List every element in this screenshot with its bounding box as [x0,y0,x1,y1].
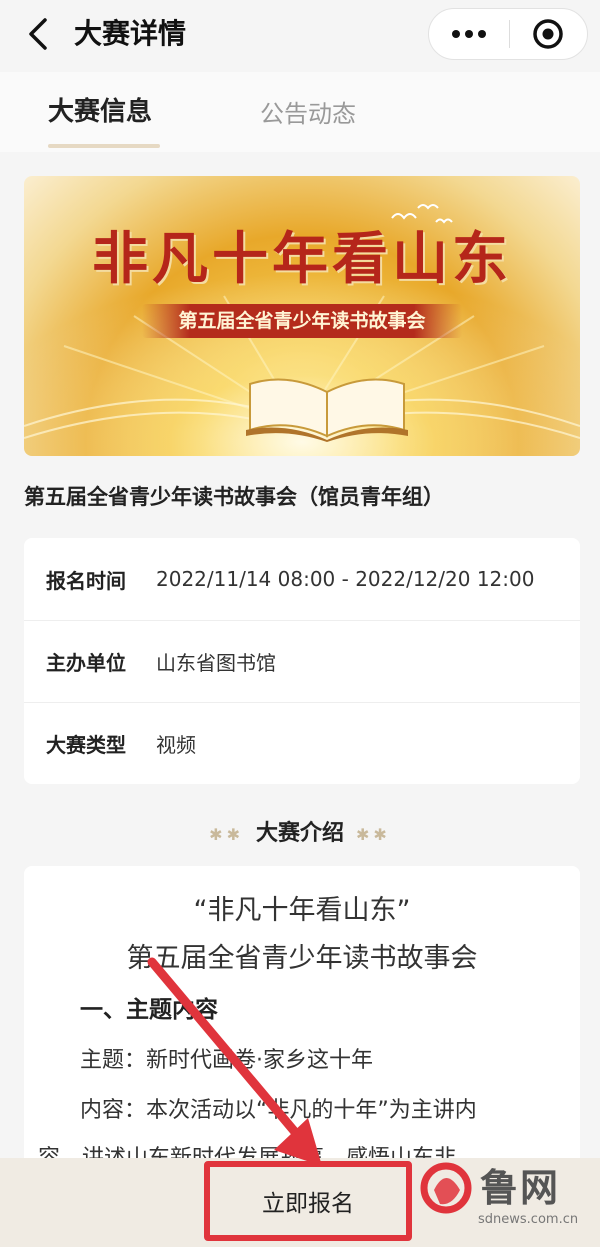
more-dots-icon [451,30,486,38]
decor-stars-icon: ✱✱ [356,825,391,844]
banner-title: 非凡十年看山东 [92,226,512,292]
nav-bar: 大赛详情 [0,0,600,72]
contest-banner: 非凡十年看山东 第五届全省青少年读书故事会 [24,176,580,456]
intro-paragraph: 内容：本次活动以“非凡的十年”为主讲内 [80,1098,477,1123]
target-circle-icon [533,19,563,49]
intro-title-line1: “非凡十年看山东” [193,895,411,926]
info-label: 报名时间 [46,568,126,593]
page-title: 大赛详情 [74,17,187,50]
banner-subtitle: 第五届全省青少年读书故事会 [142,304,462,338]
close-mini-program-button[interactable] [510,8,588,60]
intro-heading: ✱✱ 大赛介绍 ✱✱ [0,816,600,853]
info-label: 大赛类型 [46,733,126,757]
more-button[interactable] [429,8,509,60]
info-value: 山东省图书馆 [156,651,276,675]
info-row-registration-time: 报名时间 2022/11/14 08:00 - 2022/12/20 12:00 [24,538,580,620]
lu-wang-logo-icon [420,1162,472,1214]
watermark-text: 鲁网 [480,1166,561,1210]
contest-info-card: 报名时间 2022/11/14 08:00 - 2022/12/20 12:00… [24,538,580,784]
info-value: 2022/11/14 08:00 - 2022/12/20 12:00 [156,567,535,591]
birds-icon [391,204,453,224]
info-value: 视频 [156,733,196,757]
watermark-logo: 鲁网 [418,1160,588,1220]
chevron-left-icon [29,18,47,50]
intro-card: “非凡十年看山东” 第五届全省青少年读书故事会 一、主题内容 主题：新时代画卷·… [24,866,580,1166]
intro-section-heading: 一、主题内容 [80,997,218,1023]
event-name: 第五届全省青少年读书故事会（馆员青年组） [24,485,444,509]
open-book-icon [246,378,408,442]
tab-contest-info[interactable]: 大赛信息 [48,92,152,132]
signup-button[interactable]: 立即报名 [204,1161,412,1241]
info-label: 主办单位 [46,651,126,675]
intro-paragraph: 主题：新时代画卷·家乡这十年 [80,1048,373,1073]
intro-heading-text: 大赛介绍 [255,821,344,846]
info-row-contest-type: 大赛类型 视频 [24,702,580,784]
watermark-url: sdnews.com.cn [478,1212,579,1227]
info-row-organizer: 主办单位 山东省图书馆 [24,620,580,702]
tab-active-indicator [48,144,160,148]
intro-title-line2: 第五届全省青少年读书故事会 [126,943,478,974]
back-button[interactable] [20,14,56,54]
tab-announcements[interactable]: 公告动态 [260,94,356,134]
decor-stars-icon: ✱✱ [209,825,244,844]
tab-bar: 大赛信息 公告动态 [0,72,600,152]
mini-program-capsule [428,8,588,60]
